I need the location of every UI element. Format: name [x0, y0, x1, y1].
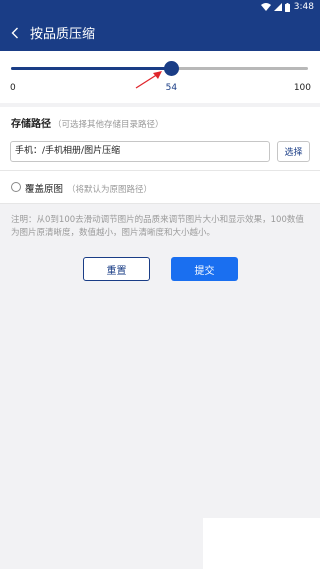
reset-button[interactable]: 重置: [83, 257, 150, 281]
annotation-arrow-icon: [135, 71, 162, 89]
app-bar: 按品质压缩: [0, 14, 320, 51]
corner-overlay: [203, 518, 320, 569]
back-button[interactable]: [0, 14, 30, 51]
storage-path-field[interactable]: 手机：/手机相册/图片压缩: [10, 141, 270, 162]
storage-path-hint: （可选择其他存储目录路径）: [53, 120, 164, 130]
quality-slider-panel: 0 54 100: [0, 51, 320, 103]
page-title: 按品质压缩: [30, 27, 96, 42]
chevron-left-icon: [11, 27, 18, 38]
choose-path-button[interactable]: 选择: [277, 141, 310, 162]
overwrite-option[interactable]: 覆盖原图 （将默认为原图路径）: [25, 181, 152, 195]
overwrite-hint: （将默认为原图路径）: [67, 185, 153, 195]
quality-slider-thumb[interactable]: [164, 61, 180, 76]
submit-button[interactable]: 提交: [171, 257, 238, 281]
signal-icon: [273, 3, 282, 11]
status-time: 3:48: [293, 2, 314, 12]
overwrite-panel: 覆盖原图 （将默认为原图路径）: [0, 171, 320, 204]
slider-current-value: 54: [165, 83, 178, 93]
note-text: 注明：从0到100去滑动调节图片的品质来调节图片大小和显示效果，100数值为图片…: [11, 215, 304, 238]
wifi-icon: [260, 3, 271, 11]
battery-icon: [284, 2, 290, 12]
overwrite-radio[interactable]: [11, 182, 21, 192]
storage-path-panel: 存储路径 （可选择其他存储目录路径） 手机：/手机相册/图片压缩 选择: [0, 107, 320, 171]
storage-path-heading: 存储路径 （可选择其他存储目录路径）: [11, 115, 164, 130]
status-bar: 3:48: [0, 0, 320, 14]
slider-max-label: 100: [293, 83, 311, 93]
storage-path-title: 存储路径: [11, 119, 51, 130]
overwrite-label: 覆盖原图: [25, 184, 64, 195]
slider-min-label: 0: [10, 83, 16, 93]
